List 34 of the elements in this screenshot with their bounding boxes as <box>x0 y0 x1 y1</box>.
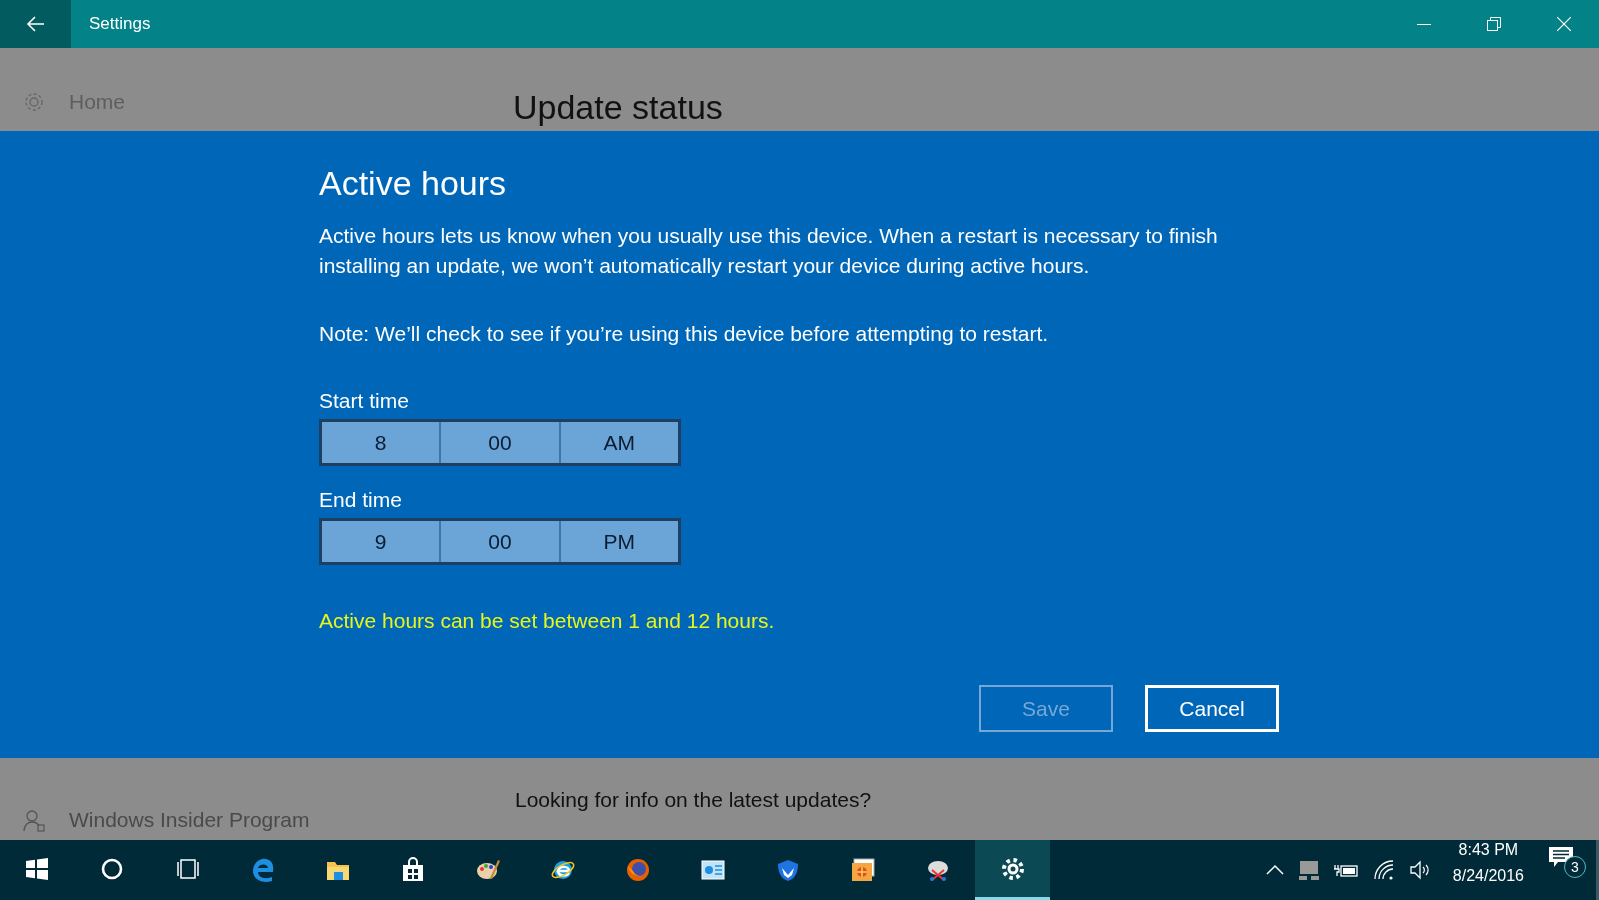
back-arrow-icon <box>25 15 46 33</box>
picker-label: Start time <box>319 389 410 413</box>
notification-count: 3 <box>1564 856 1586 878</box>
period-field[interactable]: AM <box>560 422 678 463</box>
page-heading: Update status <box>513 87 723 127</box>
person-icon <box>23 808 45 832</box>
note-text: Note: We’ll check to see if you’re using this device before attempting to restart. <box>319 321 1050 347</box>
dialog-title: Active hours <box>319 164 508 203</box>
window-title: Settings <box>89 14 152 34</box>
warning-text: Active hours can be set between 1 and 12 hours. <box>319 609 776 633</box>
dialog-button[interactable]: Cancel <box>1145 685 1279 732</box>
speaker-icon[interactable] <box>1408 859 1431 881</box>
hour-field[interactable]: 9 <box>322 521 442 562</box>
restore-icon <box>1487 17 1501 31</box>
hour-field[interactable]: 8 <box>322 422 442 463</box>
period-field[interactable]: PM <box>560 521 678 562</box>
taskbar-app-button[interactable] <box>975 840 1050 900</box>
section-heading: Looking for info on the latest updates? <box>515 788 872 812</box>
close-icon <box>1557 17 1571 31</box>
control-panel-icon <box>699 857 726 883</box>
clock[interactable]: 8:43 PM 8/24/2016 <box>1446 840 1530 900</box>
gear-icon <box>999 855 1026 882</box>
windows-logo-icon <box>24 857 51 883</box>
network-icon[interactable] <box>1298 860 1319 880</box>
wifi-icon[interactable] <box>1372 859 1395 881</box>
minute-field[interactable]: 00 <box>441 422 561 463</box>
photos-icon <box>849 857 876 883</box>
minute-field[interactable]: 00 <box>441 521 561 562</box>
gear-icon <box>23 90 45 113</box>
fox-globe-icon <box>624 857 651 883</box>
minimize-icon <box>1417 23 1431 25</box>
notifications-button[interactable]: 3 <box>1546 840 1586 880</box>
picker-label: End time <box>319 488 403 512</box>
description-text: Active hours lets us know when you usually use this device. When a restart is necessary to finish installing an update, we won’t automatically restart your device during active hours. <box>319 223 1219 279</box>
